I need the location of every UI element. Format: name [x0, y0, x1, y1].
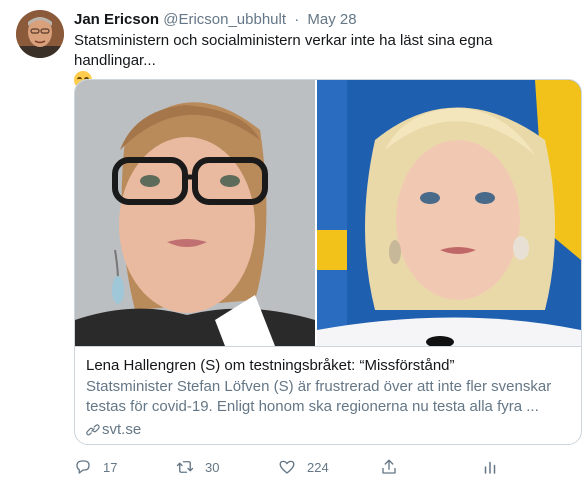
author-handle[interactable]: @Ericson_ubbhult: [163, 11, 286, 28]
card-domain: svt.se: [86, 420, 570, 440]
retweet-count: 30: [205, 459, 220, 475]
author-name[interactable]: Jan Ericson: [74, 11, 159, 28]
header-separator: ·: [294, 11, 300, 28]
card-photo-right: [317, 80, 581, 346]
card-body: Lena Hallengren (S) om testningsbråket: …: [75, 346, 581, 444]
card-description: Statsminister Stefan Löfven (S) är frust…: [86, 378, 552, 415]
avatar-image: [16, 10, 64, 58]
link-icon: [86, 424, 100, 436]
card-domain-text[interactable]: svt.se: [102, 420, 141, 440]
card-photo-left: [75, 80, 315, 346]
reply-count: 17: [103, 459, 118, 475]
reply-icon: [76, 460, 90, 474]
tweet-header: Jan Ericson @Ericson_ubbhult · May 28: [74, 10, 578, 30]
heart-icon: [279, 460, 295, 474]
like-button[interactable]: 224: [278, 456, 329, 478]
retweet-icon: [176, 461, 194, 473]
analytics-button[interactable]: [481, 456, 499, 478]
tweet-actions: 17 30 224: [74, 456, 582, 478]
like-count: 224: [307, 459, 329, 475]
tweet-text-content: Statsministern och socialministern verka…: [74, 32, 493, 69]
analytics-icon: [484, 461, 496, 474]
retweet-button[interactable]: 30: [176, 456, 219, 478]
card-title[interactable]: Lena Hallengren (S) om testningsbråket: …: [86, 356, 570, 376]
share-icon: [382, 459, 396, 474]
tweet-date[interactable]: May 28: [307, 11, 356, 28]
card-image: [75, 80, 581, 346]
link-card[interactable]: Lena Hallengren (S) om testningsbråket: …: [74, 79, 582, 445]
avatar[interactable]: [16, 10, 64, 58]
tweet[interactable]: Jan Ericson @Ericson_ubbhult · May 28 St…: [0, 0, 588, 484]
share-button[interactable]: [380, 456, 398, 478]
reply-button[interactable]: 17: [74, 456, 117, 478]
